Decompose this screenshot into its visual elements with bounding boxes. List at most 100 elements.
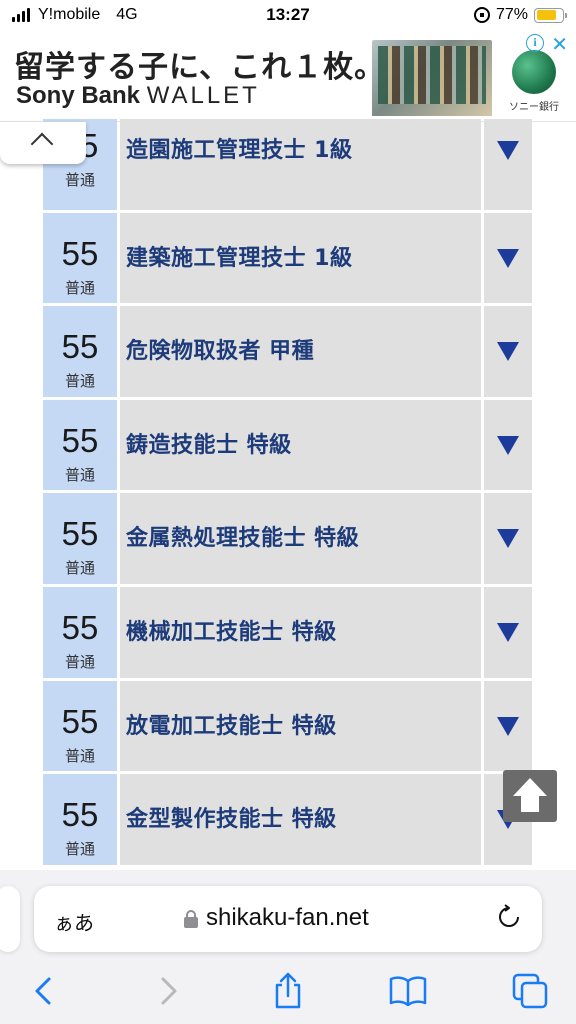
qualification-name[interactable]: 造園施工管理技士 1級 bbox=[126, 132, 352, 164]
triangle-down-icon bbox=[497, 529, 519, 549]
list-item[interactable]: 55 普通 造園施工管理技士 1級 bbox=[43, 116, 532, 210]
list-item[interactable]: 55 普通 機械加工技能士 特級 bbox=[43, 583, 532, 678]
ad-headline: 留学する子に、これ１枚。 bbox=[14, 50, 386, 85]
score-value: 55 bbox=[61, 421, 99, 459]
chevron-right-icon bbox=[161, 977, 177, 1005]
chevron-left-icon bbox=[35, 977, 51, 1005]
list-item[interactable]: 55 普通 放電加工技能士 特級 bbox=[43, 677, 532, 772]
score-level: 普通 bbox=[64, 652, 95, 671]
ad-brand-light: WALLET bbox=[146, 82, 260, 109]
orientation-lock-icon bbox=[473, 7, 490, 23]
score-value: 55 bbox=[61, 234, 99, 272]
tabs-button[interactable] bbox=[500, 966, 560, 1016]
expand-button[interactable] bbox=[484, 680, 532, 772]
ad-image bbox=[372, 40, 492, 118]
score-level: 普通 bbox=[64, 171, 95, 189]
book-icon bbox=[389, 976, 427, 1007]
arrow-up-icon bbox=[513, 778, 547, 796]
sony-bank-logo: ソニー銀行 bbox=[502, 46, 566, 118]
qualification-name[interactable]: 金型製作技能士 特級 bbox=[126, 801, 337, 833]
ad-close-icon[interactable]: ✕ bbox=[551, 32, 568, 56]
share-button[interactable] bbox=[258, 966, 318, 1016]
address-bar[interactable]: ぁあ shikaku-fan.net bbox=[34, 886, 542, 952]
triangle-down-icon bbox=[497, 716, 519, 736]
list-item[interactable]: 55 普通 建築施工管理技士 1級 bbox=[43, 209, 532, 304]
expand-button[interactable] bbox=[484, 399, 532, 491]
scroll-to-top-button[interactable] bbox=[503, 770, 557, 822]
chevron-up-icon bbox=[30, 132, 54, 156]
expand-button[interactable] bbox=[484, 586, 532, 678]
url-text[interactable]: shikaku-fan.net bbox=[206, 904, 369, 932]
score-value: 55 bbox=[61, 608, 99, 646]
score-level: 普通 bbox=[64, 372, 95, 391]
name-cell: 鋳造技能士 特級 bbox=[120, 399, 481, 491]
ad-logo-text: ソニー銀行 bbox=[509, 102, 559, 113]
name-cell: 危険物取扱者 甲種 bbox=[120, 306, 481, 397]
arrow-up-icon-stem bbox=[521, 795, 539, 812]
expand-button[interactable] bbox=[484, 493, 532, 584]
triangle-down-icon bbox=[497, 248, 519, 268]
score-cell: 55 普通 bbox=[43, 306, 117, 397]
tabs-icon bbox=[512, 973, 548, 1009]
score-level: 普通 bbox=[64, 465, 95, 484]
reload-icon[interactable] bbox=[496, 904, 522, 930]
name-cell: 造園施工管理技士 1級 bbox=[120, 119, 481, 210]
browser-toolbar bbox=[0, 966, 576, 1016]
list-item[interactable]: 55 普通 危険物取扱者 甲種 bbox=[43, 303, 532, 397]
expand-button[interactable] bbox=[484, 119, 532, 210]
battery-percent: 77% bbox=[495, 6, 528, 23]
list-item[interactable]: 55 普通 金属熱処理技能士 特級 bbox=[43, 490, 532, 584]
qualification-name[interactable]: 金属熱処理技能士 特級 bbox=[126, 520, 359, 552]
collapse-ad-button[interactable] bbox=[0, 122, 86, 164]
triangle-down-icon bbox=[497, 435, 519, 455]
score-value: 55 bbox=[61, 515, 99, 553]
name-cell: 金属熱処理技能士 特級 bbox=[120, 493, 481, 584]
share-icon bbox=[275, 972, 301, 1009]
list-item[interactable]: 55 普通 鋳造技能士 特級 bbox=[43, 396, 532, 491]
qualification-list: 55 普通 造園施工管理技士 1級 55 普通 建築施工管理技士 1級 55 普… bbox=[43, 116, 532, 876]
name-cell: 金型製作技能士 特級 bbox=[120, 774, 481, 865]
back-button[interactable] bbox=[14, 966, 74, 1016]
expand-button[interactable] bbox=[484, 212, 532, 304]
triangle-down-icon bbox=[497, 622, 519, 642]
browser-bottom-bar: ぁあ shikaku-fan.net bbox=[0, 870, 576, 1024]
battery-info: 77% bbox=[473, 6, 567, 24]
score-cell: 55 普通 bbox=[43, 680, 117, 772]
sony-bank-logo-mark bbox=[512, 50, 556, 94]
score-value: 55 bbox=[61, 796, 99, 834]
triangle-down-icon bbox=[497, 342, 519, 362]
score-value: 55 bbox=[61, 702, 99, 740]
expand-button[interactable] bbox=[484, 306, 532, 397]
score-cell: 55 普通 bbox=[43, 493, 117, 584]
ad-info-icon[interactable]: i bbox=[526, 34, 544, 52]
bookmarks-button[interactable] bbox=[378, 966, 438, 1016]
score-level: 普通 bbox=[64, 559, 95, 578]
score-cell: 55 普通 bbox=[43, 212, 117, 304]
forward-button[interactable] bbox=[138, 966, 198, 1016]
name-cell: 機械加工技能士 特級 bbox=[120, 586, 481, 678]
score-cell: 55 普通 bbox=[43, 774, 117, 865]
name-cell: 放電加工技能士 特級 bbox=[120, 680, 481, 772]
triangle-down-icon bbox=[497, 141, 519, 160]
battery-icon bbox=[534, 7, 567, 23]
list-item[interactable]: 55 普通 金型製作技能士 特級 bbox=[43, 771, 532, 865]
score-level: 普通 bbox=[64, 840, 95, 859]
ad-brand: Sony Bank WALLET bbox=[16, 82, 260, 110]
qualification-name[interactable]: 放電加工技能士 特級 bbox=[126, 708, 337, 740]
qualification-name[interactable]: 鋳造技能士 特級 bbox=[126, 427, 292, 459]
lock-icon bbox=[184, 910, 198, 928]
reader-options-button[interactable]: ぁあ bbox=[54, 907, 94, 936]
score-level: 普通 bbox=[64, 746, 95, 765]
score-level: 普通 bbox=[64, 278, 95, 297]
status-bar: Y!mobile 4G 13:27 77% bbox=[0, 0, 576, 32]
qualification-name[interactable]: 機械加工技能士 特級 bbox=[126, 614, 337, 646]
qualification-name[interactable]: 危険物取扱者 甲種 bbox=[126, 333, 314, 365]
score-cell: 55 普通 bbox=[43, 399, 117, 491]
score-value: 55 bbox=[61, 328, 99, 366]
name-cell: 建築施工管理技士 1級 bbox=[120, 212, 481, 304]
previous-tab-peek[interactable] bbox=[0, 886, 20, 952]
qualification-name[interactable]: 建築施工管理技士 1級 bbox=[126, 240, 352, 272]
ad-banner[interactable]: 留学する子に、これ１枚。 Sony Bank WALLET ソニー銀行 i ✕ bbox=[0, 32, 576, 122]
score-cell: 55 普通 bbox=[43, 586, 117, 678]
ad-brand-bold: Sony Bank bbox=[16, 82, 141, 109]
